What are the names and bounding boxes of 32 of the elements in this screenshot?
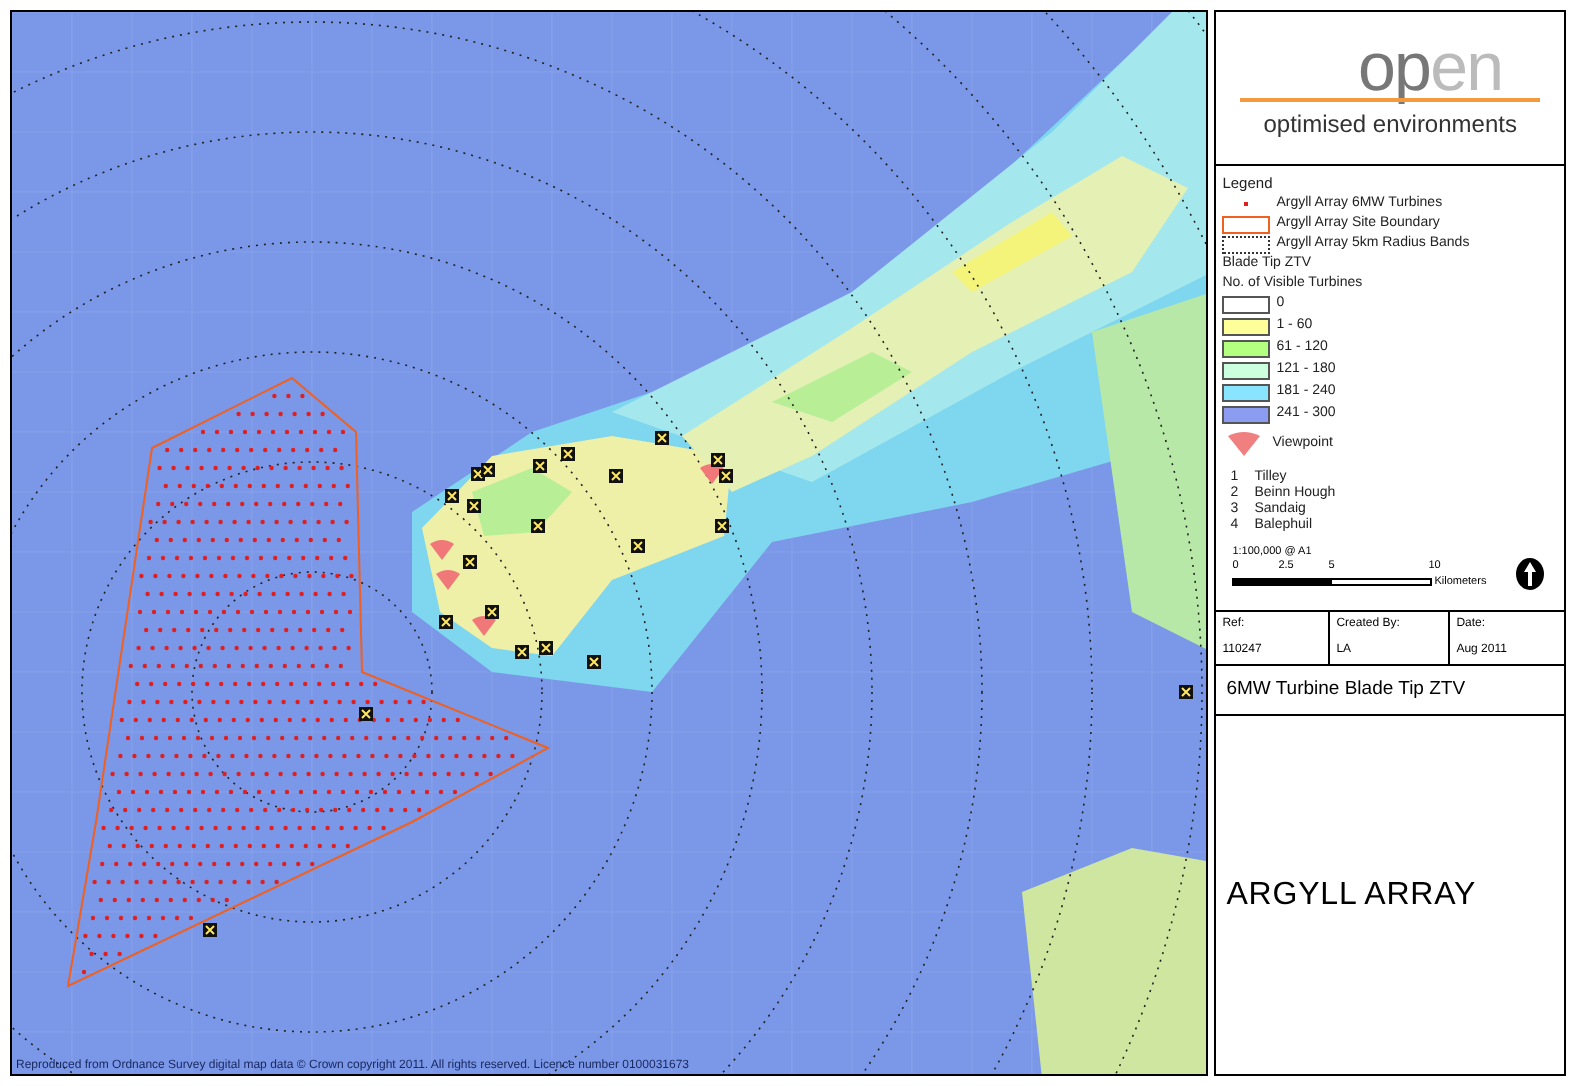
map-marker-icon — [463, 555, 477, 569]
map-subtitle: 6MW Turbine Blade Tip ZTV — [1216, 664, 1564, 714]
map-marker-icon — [203, 923, 217, 937]
map-marker-icon — [539, 641, 553, 655]
map-marker-icon — [715, 519, 729, 533]
radius-band-swatch — [1222, 235, 1271, 253]
logo-text: en — [1430, 34, 1503, 102]
boundary-swatch — [1222, 215, 1271, 233]
map-marker-icon — [533, 459, 547, 473]
logo-text: op — [1357, 34, 1431, 102]
logo-tagline: optimised environments — [1263, 108, 1517, 142]
ztv-area — [952, 212, 1072, 292]
map-marker-icon — [561, 447, 575, 461]
map-marker-icon — [609, 469, 623, 483]
map-title: ARGYLL ARRAY — [1216, 714, 1564, 1074]
map-marker-icon — [359, 707, 373, 721]
ztv-area — [772, 352, 912, 422]
map-marker-icon — [587, 655, 601, 669]
map-marker-icon — [467, 499, 481, 513]
map-marker-icon — [531, 519, 545, 533]
map-marker-icon — [1179, 685, 1193, 699]
ztv-area — [472, 468, 572, 536]
map-marker-icon — [515, 645, 529, 659]
map-marker-icon — [655, 431, 669, 445]
viewpoint-marker — [472, 616, 496, 636]
viewpoint-marker — [436, 570, 460, 590]
viewpoint-icon — [1228, 432, 1261, 456]
map-marker-icon — [631, 539, 645, 553]
map-marker-icon — [439, 615, 453, 629]
viewpoint-marker — [430, 540, 454, 560]
map-marker-icon — [485, 605, 499, 619]
map-marker-icon — [445, 489, 459, 503]
